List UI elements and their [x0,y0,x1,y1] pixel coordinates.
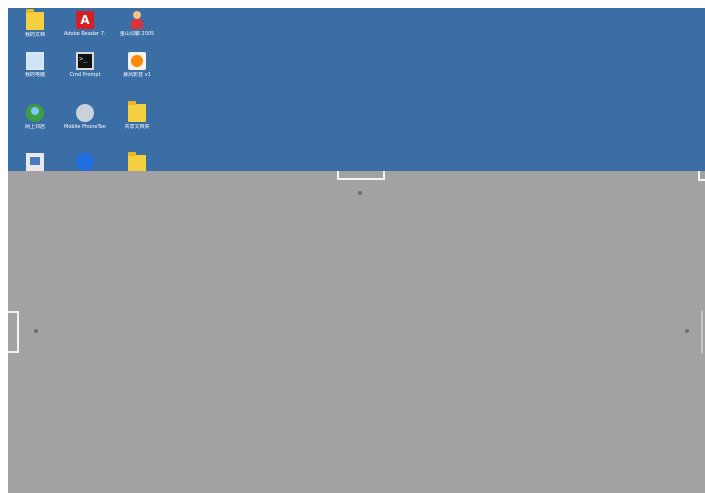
console-icon [76,52,94,70]
desktop-icon-label: 金山词霸 2005 [119,31,155,37]
desktop-icon-my-computer[interactable]: 我的电脑 [14,52,56,78]
desktop-icon-label: Mobile PhoneTools [64,124,106,130]
handle-dot-left [34,329,38,333]
info-circle-icon [76,153,94,171]
desktop-icon-label: Adobe Reader 7.0 [64,31,106,37]
phone-tools-icon [76,104,94,122]
acrobat-icon [76,11,94,29]
desktop-icon-phone-tools[interactable]: Mobile PhoneTools [64,104,106,130]
desktop: 我的文档 Adobe Reader 7.0 金山词霸 2005 我的电脑 Cmd… [8,8,705,493]
computer-icon [26,153,44,171]
grey-overlay-region [8,171,705,493]
folder-icon [26,9,44,30]
desktop-icon-label: Cmd Prompt [69,72,101,78]
handle-dot-right [685,329,689,333]
left-resize-handle[interactable] [8,311,19,353]
desktop-icon-info[interactable] [64,153,106,173]
corner-resize-handle[interactable] [698,171,705,181]
desktop-icon-adobe-reader[interactable]: Adobe Reader 7.0 [64,11,106,37]
desktop-icon-computer[interactable] [14,153,56,173]
desktop-icon-label: 暴风影音 v1 [123,72,151,78]
desktop-icon-my-documents[interactable]: 我的文档 [14,9,56,38]
desktop-icon-label: 我的文档 [24,32,45,38]
desktop-icon-label: 网上邻居 [24,124,45,130]
desktop-icon-label: 我的电脑 [24,72,45,78]
folder-icon [128,101,146,122]
desktop-icon-dictionary[interactable]: 金山词霸 2005 [116,11,158,37]
top-resize-handle[interactable] [337,171,385,180]
right-resize-handle[interactable] [701,311,705,353]
handle-dot-top [358,191,362,195]
media-player-icon [128,52,146,70]
desktop-icon-label: 共享文档夹 [124,124,150,130]
desktop-icon-media-player[interactable]: 暴风影音 v1 [116,52,158,78]
desktop-icon-shared-folder[interactable]: 共享文档夹 [116,101,158,130]
person-icon [128,11,146,29]
monitor-icon [26,52,44,70]
desktop-icon-cmd-prompt[interactable]: Cmd Prompt [64,52,106,78]
network-globe-icon [26,104,44,122]
desktop-wallpaper [8,8,705,171]
desktop-icon-network[interactable]: 网上邻居 [14,104,56,130]
